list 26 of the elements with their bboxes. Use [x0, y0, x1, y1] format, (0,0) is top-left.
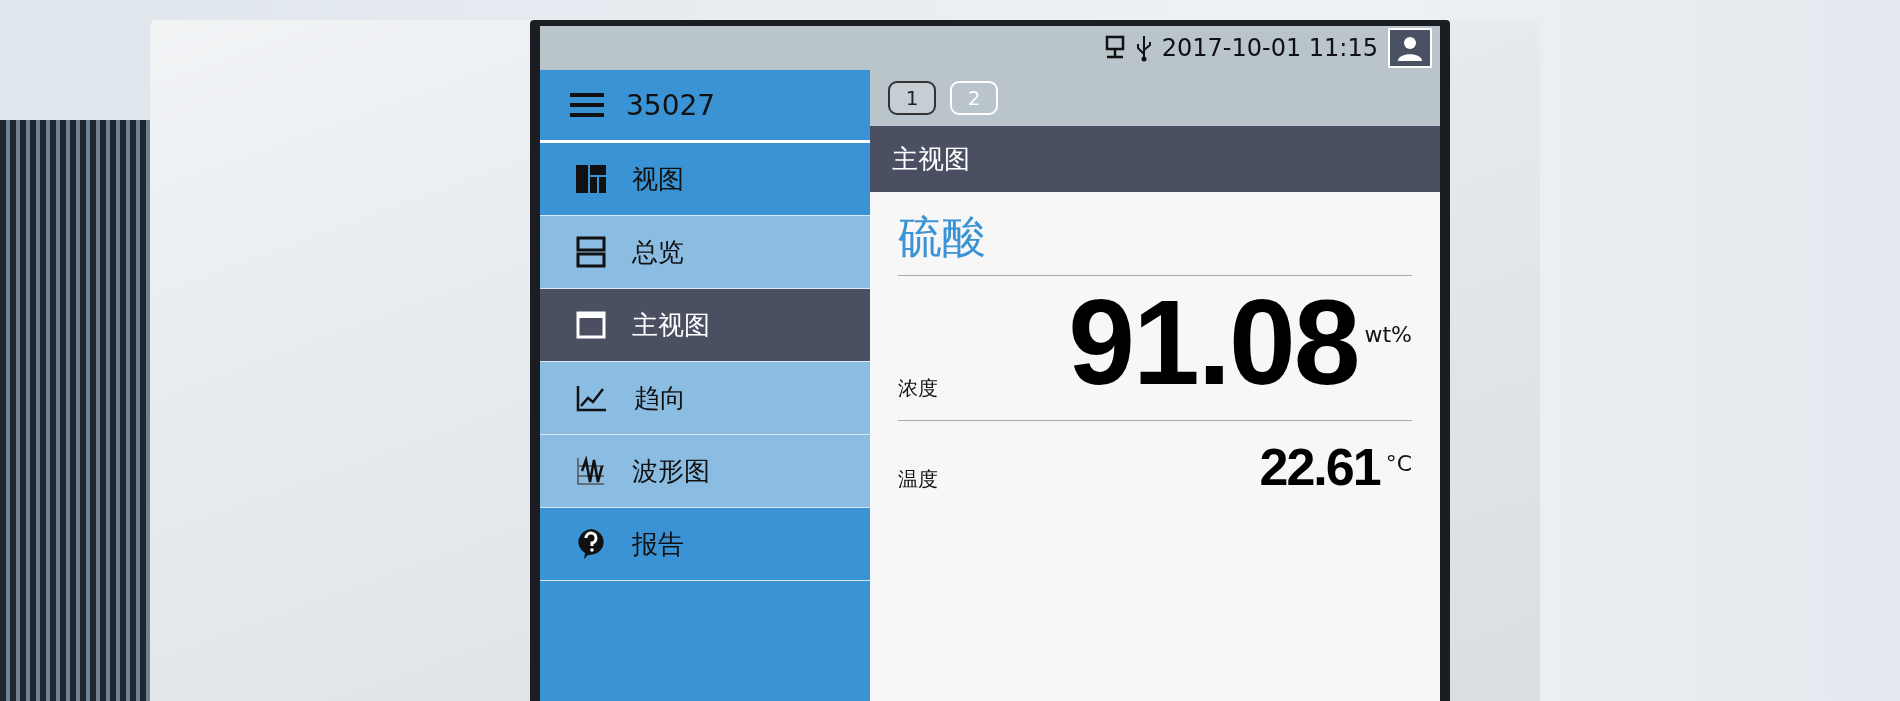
device-id: 35027	[626, 88, 716, 122]
help-bubble-icon	[576, 528, 606, 560]
user-button[interactable]	[1388, 28, 1432, 68]
substance-name: 硫酸	[898, 210, 986, 264]
waveform-icon	[576, 456, 606, 486]
measurement-value: 91.08	[1068, 282, 1359, 402]
menu-item[interactable]: 趋向	[540, 362, 870, 435]
measurement-label: 浓度	[898, 375, 938, 402]
measurement-label: 温度	[898, 466, 938, 493]
unit-label: wt%	[1364, 322, 1412, 347]
unit-label: °C	[1385, 451, 1412, 476]
date-time: 2017-10-01 11:15	[1161, 34, 1378, 62]
measurement-value: 22.61	[1259, 441, 1380, 493]
line-chart-icon	[576, 384, 608, 412]
usb-icon	[1135, 34, 1152, 62]
tiles-icon	[576, 165, 606, 193]
view-title: 主视图	[892, 142, 970, 176]
menu-item[interactable]: 总览	[540, 216, 870, 289]
user-icon	[1396, 35, 1424, 61]
two-rows-icon	[576, 236, 606, 268]
menu-icon[interactable]	[570, 92, 604, 118]
page-tab[interactable]: 1	[888, 81, 936, 115]
window-icon	[576, 311, 606, 339]
menu-item[interactable]: 主视图	[540, 289, 870, 362]
menu-item[interactable]: 波形图	[540, 435, 870, 508]
network-icon	[1103, 35, 1126, 61]
